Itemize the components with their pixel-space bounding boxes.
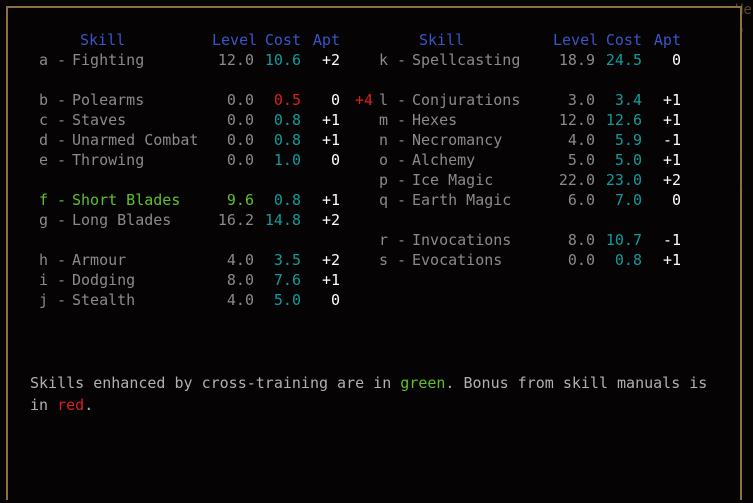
skill-cost-value: 12.6 (605, 111, 642, 129)
skill-group-spacer (8, 70, 740, 90)
skill-name: Spellcasting (412, 51, 521, 69)
skill-level-value: 0.0 (567, 251, 595, 269)
skill-hotkey: q - (379, 191, 407, 209)
skill-hotkey: k - (379, 51, 407, 69)
skill-apt-value: +1 (662, 151, 681, 169)
skill-level-value: 8.0 (226, 271, 254, 289)
skill-name: Ice Magic (412, 171, 494, 189)
skill-level-value: 3.0 (567, 91, 595, 109)
skill-apt-value: -1 (662, 131, 681, 149)
keybind-help: [?] Help[=] set a skill target [/] auto|… (30, 434, 647, 500)
skill-apt-value: +1 (321, 271, 340, 289)
column-header-skill: Skill (419, 31, 465, 49)
skills-table-right: Skill Level Cost Apt k - Spellcasting 18.9 24.5… (8, 30, 740, 270)
skill-row[interactable]: p - Ice Magic 22.0 23.0 +2 (8, 170, 740, 190)
skill-apt-value: 0 (671, 51, 681, 69)
skill-cost-value: 5.0 (273, 291, 301, 309)
skill-row[interactable]: l - Conjurations 3.0 3.4 +1 (8, 90, 740, 110)
legend-part3: . (84, 396, 94, 414)
skills-table-header-right: Skill Level Cost Apt (8, 30, 740, 50)
skill-level-value: 22.0 (558, 171, 595, 189)
legend-red-word: red (57, 396, 85, 414)
skill-row[interactable]: r - Invocations 8.0 10.7 -1 (8, 230, 740, 250)
skill-hotkey: i - (39, 271, 67, 289)
skill-apt-value: 0 (330, 291, 340, 309)
skill-row[interactable]: k - Spellcasting 18.9 24.5 0 (8, 50, 740, 70)
skill-level-value: 5.0 (567, 151, 595, 169)
skill-level-value: 4.0 (567, 131, 595, 149)
skill-row[interactable]: o - Alchemy 5.0 5.0 +1 (8, 150, 740, 170)
skill-hotkey: p - (379, 171, 407, 189)
skill-level-value: 6.0 (567, 191, 595, 209)
skill-name: Alchemy (412, 151, 476, 169)
column-header-cost: Cost (605, 31, 642, 49)
skill-cost-value: 23.0 (605, 171, 642, 189)
skill-cost-value: 7.0 (614, 191, 642, 209)
skill-apt-value: 0 (671, 191, 681, 209)
skill-cost-value: 7.6 (273, 271, 301, 289)
skill-name: Earth Magic (412, 191, 512, 209)
skill-hotkey: s - (379, 251, 407, 269)
skill-level-value: 8.0 (567, 231, 595, 249)
skill-hotkey: o - (379, 151, 407, 169)
skill-apt-value: +1 (662, 251, 681, 269)
skill-cost-value: 0.8 (614, 251, 642, 269)
skill-name: Stealth (72, 291, 136, 309)
skills-menu-panel: Skill Level Cost Apt a - Fighting 12.0 10.6 +2 b… (6, 6, 742, 500)
skill-level-value: 12.0 (558, 111, 595, 129)
game-screen: He a p · · · · · l 5 SkillLevelCostApta … (0, 0, 753, 503)
column-header-apt: Apt (653, 31, 681, 49)
skill-level-value: 4.0 (226, 291, 254, 309)
skill-name: Evocations (412, 251, 503, 269)
legend-part1: Skills enhanced by cross-training are in (30, 374, 401, 392)
skill-hotkey: j - (39, 291, 67, 309)
skill-cost-value: 3.4 (614, 91, 642, 109)
column-header-level: Level (553, 31, 599, 49)
skill-apt-value: +1 (662, 91, 681, 109)
skill-hotkey: l - (379, 91, 407, 109)
skill-hotkey: m - (379, 111, 407, 129)
skill-level-value: 18.9 (558, 51, 595, 69)
skill-hotkey: n - (379, 131, 407, 149)
skill-row[interactable]: s - Evocations 0.0 0.8 +1 (8, 250, 740, 270)
skill-name: Necromancy (412, 131, 503, 149)
skill-row[interactable]: q - Earth Magic 6.0 7.0 0 (8, 190, 740, 210)
skill-row[interactable]: n - Necromancy 4.0 5.9 -1 (8, 130, 740, 150)
skill-row[interactable]: m - Hexes 12.0 12.6 +1 (8, 110, 740, 130)
skill-cost-value: 5.0 (614, 151, 642, 169)
skill-apt-value: +2 (662, 171, 681, 189)
skill-name: Conjurations (412, 91, 521, 109)
legend-green-word: green (400, 374, 446, 392)
skill-apt-value: +1 (662, 111, 681, 129)
skill-cost-value: 24.5 (605, 51, 642, 69)
skill-name: Invocations (412, 231, 512, 249)
skill-cost-value: 5.9 (614, 131, 642, 149)
skill-apt-value: -1 (662, 231, 681, 249)
skill-cost-value: 10.7 (605, 231, 642, 249)
skill-group-spacer (8, 210, 740, 230)
skill-row[interactable]: j - Stealth 4.0 5.0 0 (8, 290, 740, 310)
skill-name: Dodging (72, 271, 136, 289)
skill-hotkey: r - (379, 231, 407, 249)
legend-note: Skills enhanced by cross-training are in… (30, 372, 730, 416)
skill-name: Hexes (412, 111, 458, 129)
skill-row[interactable]: i - Dodging 8.0 7.6 +1 (8, 270, 740, 290)
